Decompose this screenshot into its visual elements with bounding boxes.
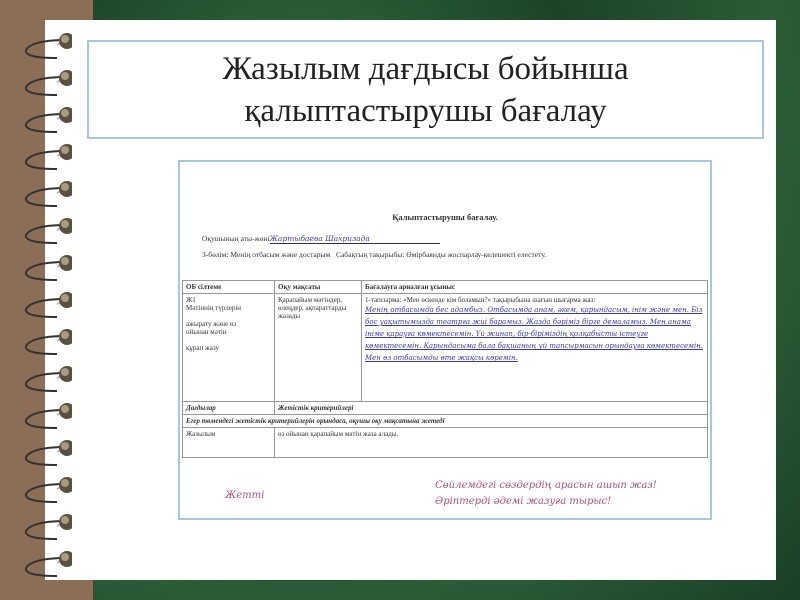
spiral-ring-icon (12, 548, 75, 577)
spiral-ring-icon (12, 252, 75, 281)
skill: Жазылым (182, 427, 275, 458)
ref-line: ойынан мәтін (186, 328, 227, 336)
ref-line: ажырату және өз (186, 320, 237, 328)
spiral-ring-icon (12, 400, 75, 429)
student-row: Оқушының аты-жөніЖартыбаева Шахризада (202, 234, 440, 244)
student-name: Жартыбаева Шахризада (269, 234, 440, 244)
spiral-ring-icon (12, 474, 75, 503)
spiral-ring-icon (12, 67, 75, 96)
mark-handwritten: Жетті (225, 490, 265, 501)
spiral-ring-icon (12, 30, 75, 59)
topic: Сабақтың тақырыбы: Өмірбаянды жоспарлау-… (335, 250, 547, 259)
teacher-comment-2: Әріптерді әдемі жазуға тырыс! (435, 496, 612, 507)
spiral-ring-icon (12, 437, 75, 466)
task-text: 1-тапсырма: «Мен өскенде кім боламын?» т… (365, 296, 596, 304)
sheet-heading: Қалыптастырушы бағалау. (392, 212, 498, 222)
spiral-ring-icon (12, 326, 75, 355)
task-cell: 1-тапсырма: «Мен өскенде кім боламын?» т… (361, 293, 708, 402)
criteria-label: Жетістік критерийлері (274, 401, 708, 415)
spiral-ring-icon (12, 178, 75, 207)
spiral-ring-icon (12, 141, 75, 170)
reference-cell: Ж1 Мәтіннің түрлерін ажырату және өз ойы… (182, 293, 275, 402)
skills-label: Дағдылар (182, 401, 275, 415)
col-header: Оқу мақсаты (274, 280, 362, 294)
ref-line: құрап жазу (186, 344, 219, 352)
spiral-ring-icon (12, 363, 75, 392)
objective-cell: Қарапайым мәтіндер, өлеңдер, ақпараттард… (274, 293, 362, 402)
student-label: Оқушының аты-жөні (202, 234, 270, 243)
section: 3-бөлім: Менің отбасым және достарым (202, 250, 331, 259)
col-header: Бағалауға арналған ұсыныс (361, 280, 708, 294)
spiral-ring-icon (12, 289, 75, 318)
scanned-assessment-sheet: Қалыптастырушы бағалау. Оқушының аты-жөн… (178, 160, 712, 520)
col-header: ОБ сілтеме (182, 280, 275, 294)
handwritten-essay: Менің отбасымда бес адамбыз. Отбасымда а… (365, 306, 704, 362)
teacher-comment-1: Сөйлемдегі сөздердің арасын ашып жаз! (435, 480, 657, 491)
condition: Егер төмендегі жетістік критерийлерін ор… (182, 414, 708, 428)
spiral-ring-icon (12, 511, 75, 540)
ref-line: Мәтіннің түрлерін (186, 304, 242, 312)
section-row: 3-бөлім: Менің отбасым және достарым Саб… (202, 250, 546, 259)
criterion: өз ойынан қарапайым мәтін жаза алады. (274, 427, 708, 458)
title-line-2: қалыптастырушы бағалау (244, 92, 607, 129)
spiral-ring-icon (12, 104, 75, 133)
slide-title: Жазылым дағдысы бойынша қалыптастырушы б… (87, 40, 764, 139)
assessment-table: ОБ сілтеме Оқу мақсаты Бағалауға арналға… (182, 280, 708, 458)
spiral-ring-icon (12, 215, 75, 244)
ref-line: Ж1 (186, 296, 196, 304)
title-line-1: Жазылым дағдысы бойынша (222, 50, 629, 87)
